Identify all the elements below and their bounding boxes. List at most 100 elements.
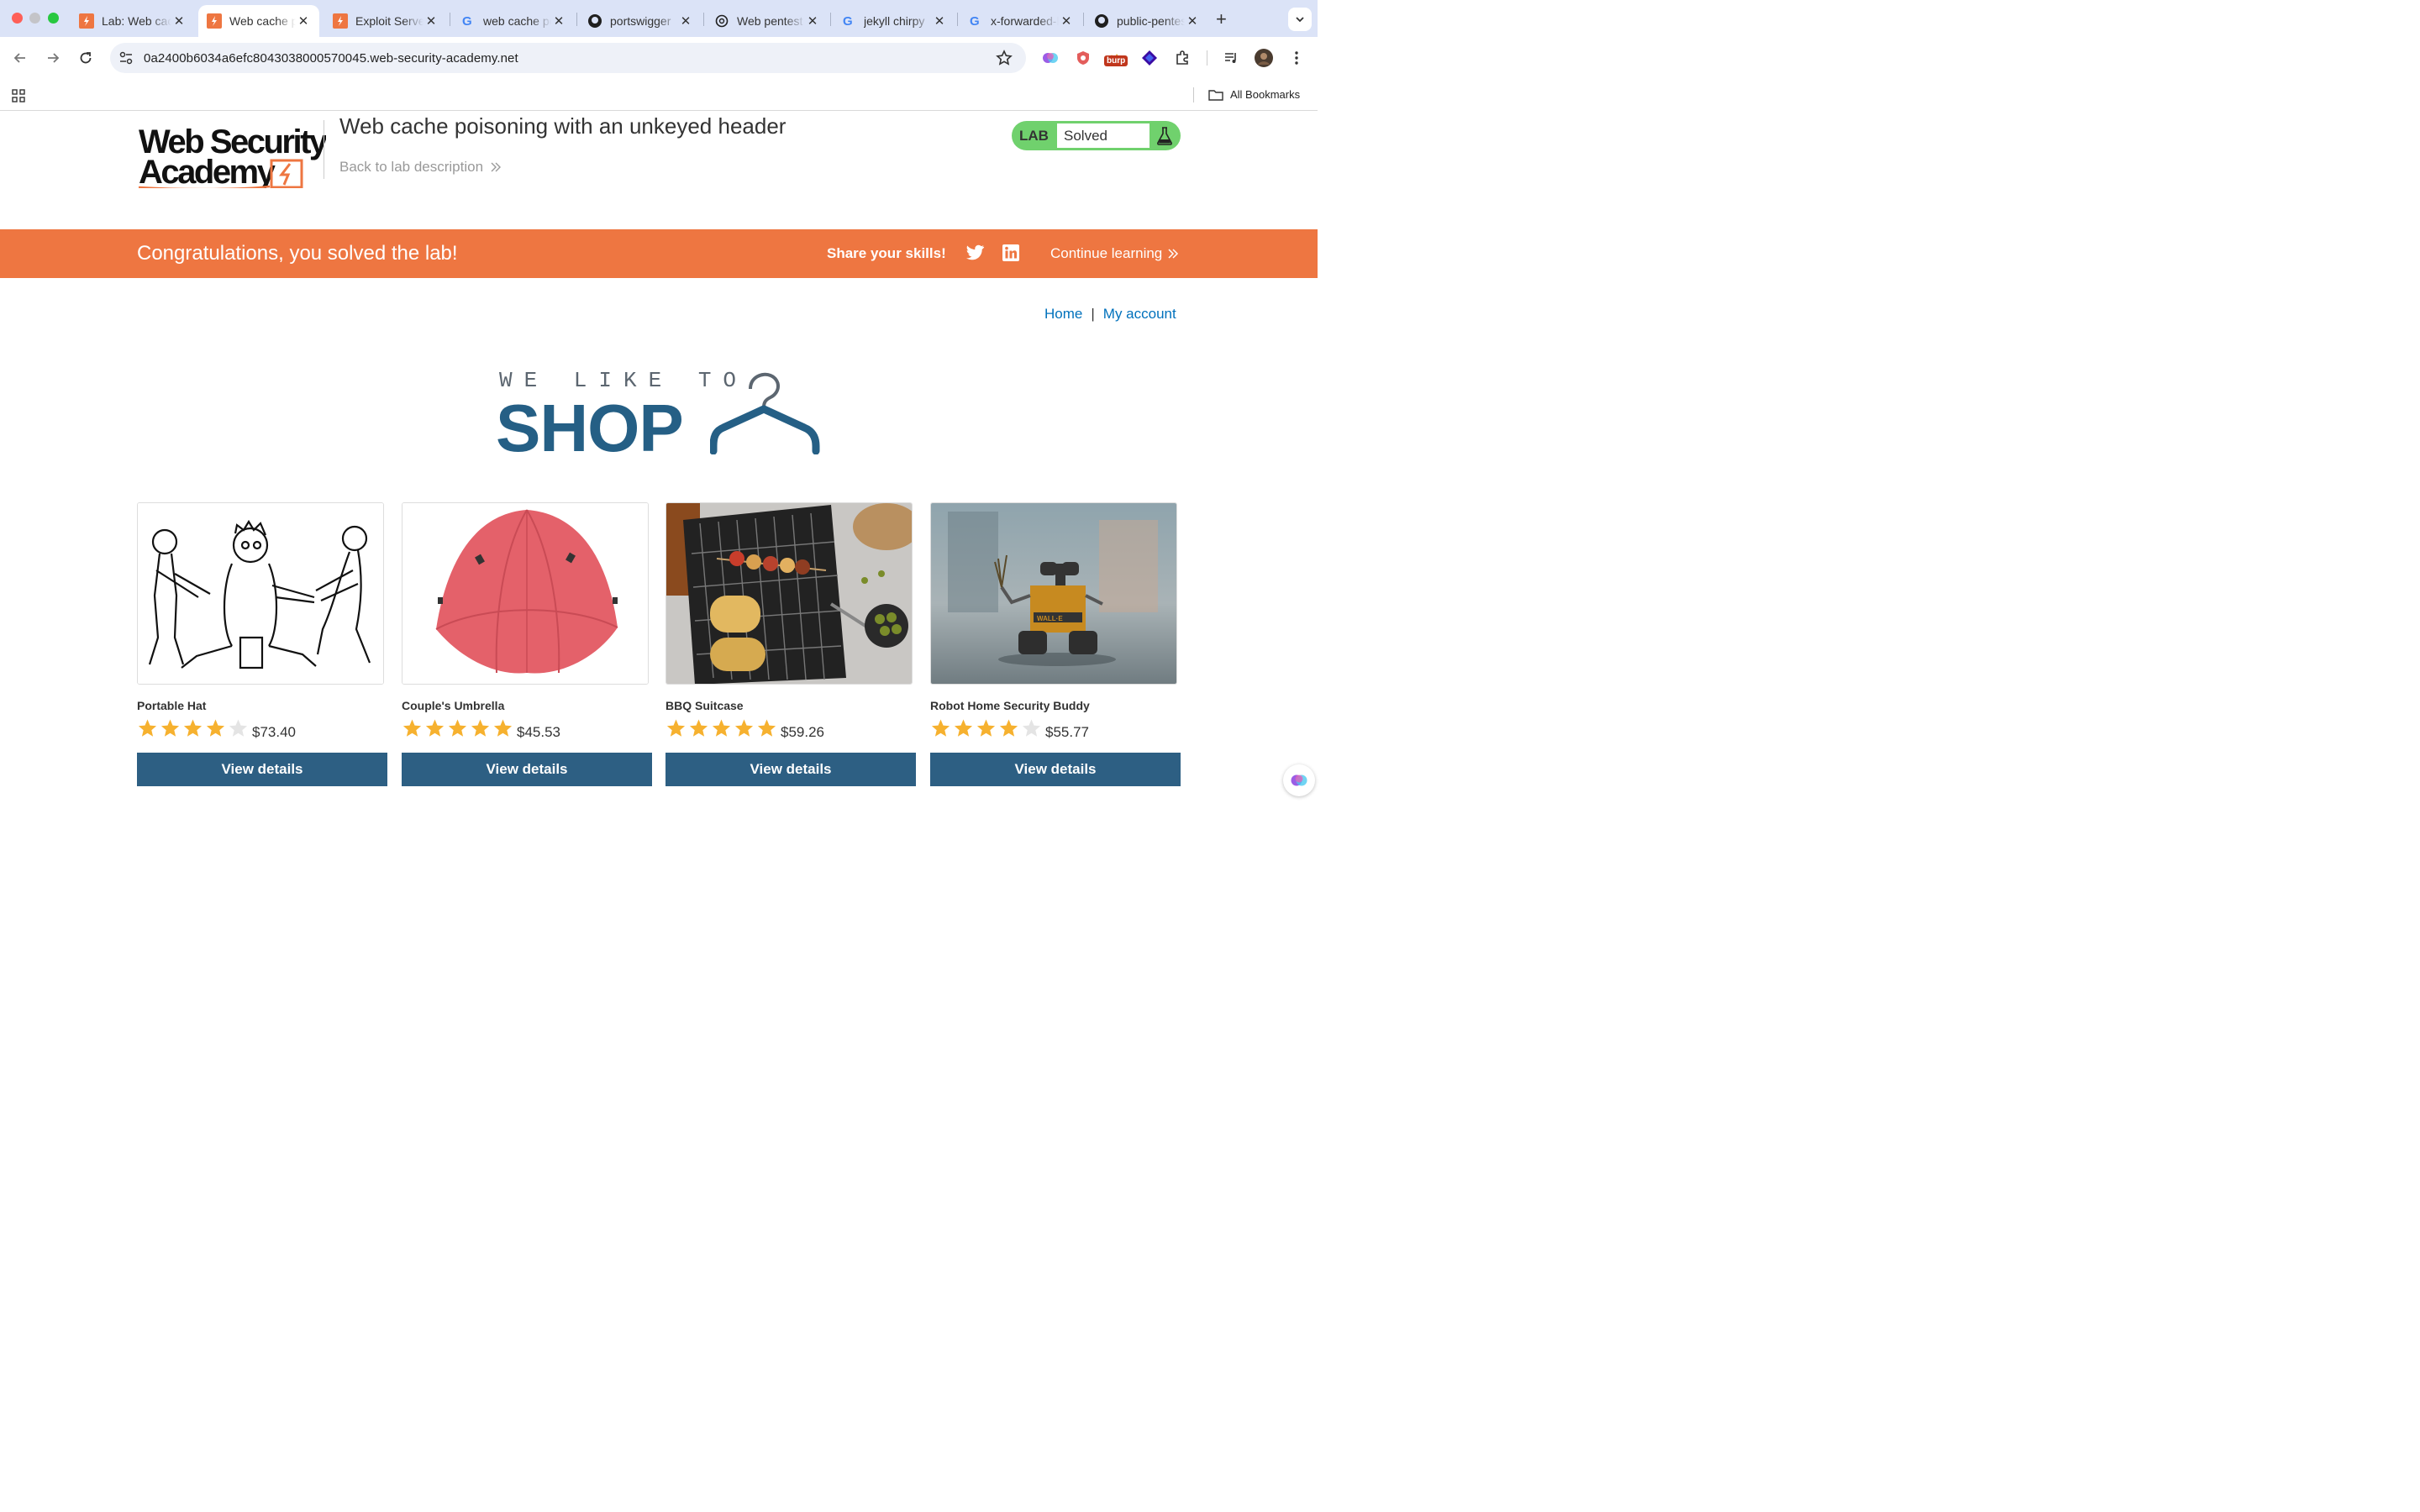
svg-text:WALL·E: WALL·E [1037, 615, 1063, 622]
star-empty-icon [229, 719, 248, 737]
product-image-couples-umbrella[interactable] [402, 502, 649, 685]
browser-tab[interactable]: Web pentest ✕ [706, 5, 829, 37]
browser-tab[interactable]: Lab: Web cache poisoning ✕ [71, 5, 195, 37]
star-filled-icon [712, 719, 731, 737]
browser-tab[interactable]: G jekyll chirpy ✕ [833, 5, 955, 37]
svg-text:G: G [843, 14, 853, 28]
google-icon: G [968, 13, 983, 29]
bookmark-star-icon[interactable] [996, 50, 1013, 71]
new-tab-button[interactable]: + [1216, 8, 1227, 30]
view-details-button[interactable]: View details [930, 753, 1181, 786]
logo-line2: Academy [139, 154, 276, 188]
reload-button[interactable] [76, 49, 95, 67]
product-rating [137, 718, 249, 738]
star-filled-icon [138, 719, 157, 737]
continue-learning-link[interactable]: Continue learning [1050, 245, 1179, 262]
hero-title: SHOP [496, 391, 684, 465]
openai-icon [714, 13, 729, 29]
view-details-button[interactable]: View details [137, 753, 387, 786]
linkedin-icon[interactable] [1002, 244, 1019, 265]
product-name: Robot Home Security Buddy [930, 699, 1090, 712]
brain-assistant-icon[interactable] [1283, 764, 1315, 796]
home-link[interactable]: Home [1044, 306, 1082, 323]
lab-status-widget: LAB Solved [1012, 121, 1181, 150]
product-price: $55.77 [1045, 724, 1089, 740]
star-filled-icon [493, 719, 513, 737]
svg-text:G: G [462, 14, 472, 28]
portswigger-icon [333, 13, 348, 29]
browser-tab[interactable]: Exploit Server ✕ [324, 5, 447, 37]
star-filled-icon [425, 719, 445, 737]
brain-extension-icon[interactable] [1041, 49, 1060, 67]
close-tab-icon[interactable]: ✕ [1185, 13, 1200, 29]
google-icon: G [460, 13, 476, 29]
web-security-academy-logo[interactable]: Web Security Academy [137, 119, 330, 191]
forward-button[interactable] [44, 49, 62, 67]
browser-menu-icon[interactable] [1287, 49, 1306, 67]
star-filled-icon [976, 719, 996, 737]
close-tab-icon[interactable]: ✕ [932, 13, 947, 29]
media-control-icon[interactable] [1222, 49, 1240, 67]
star-filled-icon [954, 719, 973, 737]
profile-avatar[interactable] [1255, 49, 1273, 67]
star-filled-icon [448, 719, 467, 737]
arrow-right-icon [48, 53, 60, 63]
tab-search-button[interactable] [1288, 8, 1312, 31]
close-tab-icon[interactable]: ✕ [678, 13, 693, 29]
burp-badge: burp [1104, 55, 1128, 66]
portswigger-icon [207, 13, 222, 29]
my-account-link[interactable]: My account [1103, 306, 1176, 323]
nav-separator: | [1091, 306, 1095, 322]
browser-tab-active[interactable]: Web cache poisoning ✕ [198, 5, 319, 37]
browser-toolbar: 0a2400b6034a6efc8043038000570045.web-sec… [0, 37, 1318, 79]
product-name: Portable Hat [137, 699, 207, 712]
product-price: $73.40 [252, 724, 296, 740]
browser-tab[interactable]: public-pentest ✕ [1086, 5, 1208, 37]
product-image-bbq-suitcase[interactable] [666, 502, 913, 685]
zoom-window-button[interactable] [48, 13, 59, 24]
star-filled-icon [666, 719, 686, 737]
all-bookmarks-button[interactable]: All Bookmarks [1208, 88, 1300, 101]
close-tab-icon[interactable]: ✕ [805, 13, 820, 29]
extensions-puzzle-icon[interactable] [1173, 49, 1192, 67]
browser-tab[interactable]: G web cache poisoning ✕ [452, 5, 575, 37]
tab-strip: Lab: Web cache poisoning ✕ Web cache poi… [0, 0, 1318, 37]
star-filled-icon [734, 719, 754, 737]
close-tab-icon[interactable]: ✕ [296, 13, 311, 29]
star-filled-icon [757, 719, 776, 737]
minimize-window-button[interactable] [29, 13, 40, 24]
close-tab-icon[interactable]: ✕ [171, 13, 187, 29]
lab-status-label: LAB [1019, 128, 1049, 144]
google-icon: G [841, 13, 856, 29]
product-card: WALL·E Robot Home Security Buddy $55.77 … [930, 502, 1181, 786]
site-settings-icon[interactable] [118, 50, 134, 70]
star-filled-icon [206, 719, 225, 737]
product-price: $45.53 [517, 724, 560, 740]
product-card: Couple's Umbrella $45.53 View details [402, 502, 652, 786]
close-tab-icon[interactable]: ✕ [424, 13, 439, 29]
lab-title: Web cache poisoning with an unkeyed head… [339, 113, 786, 139]
product-image-portable-hat[interactable] [137, 502, 384, 685]
address-bar[interactable]: 0a2400b6034a6efc8043038000570045.web-sec… [110, 43, 1026, 73]
star-filled-icon [471, 719, 490, 737]
view-details-button[interactable]: View details [402, 753, 652, 786]
browser-tab[interactable]: G x-forwarded-host ✕ [960, 5, 1082, 37]
back-button[interactable] [11, 49, 29, 67]
view-details-button[interactable]: View details [666, 753, 916, 786]
back-to-lab-description-link[interactable]: Back to lab description [339, 159, 502, 176]
close-tab-icon[interactable]: ✕ [551, 13, 566, 29]
star-filled-icon [402, 719, 422, 737]
browser-tab[interactable]: portswigger ✕ [579, 5, 702, 37]
hexagon-extension-icon[interactable] [1140, 49, 1159, 67]
close-window-button[interactable] [12, 13, 23, 24]
apps-grid-icon[interactable] [12, 89, 25, 107]
product-rating [402, 718, 513, 738]
shield-extension-icon[interactable] [1074, 49, 1092, 67]
twitter-icon[interactable] [966, 244, 985, 265]
product-image-robot-home-security-buddy[interactable]: WALL·E [930, 502, 1177, 685]
reload-icon [80, 52, 92, 64]
product-price: $59.26 [781, 724, 824, 740]
close-tab-icon[interactable]: ✕ [1059, 13, 1074, 29]
svg-text:G: G [970, 14, 980, 28]
product-rating [930, 718, 1042, 738]
